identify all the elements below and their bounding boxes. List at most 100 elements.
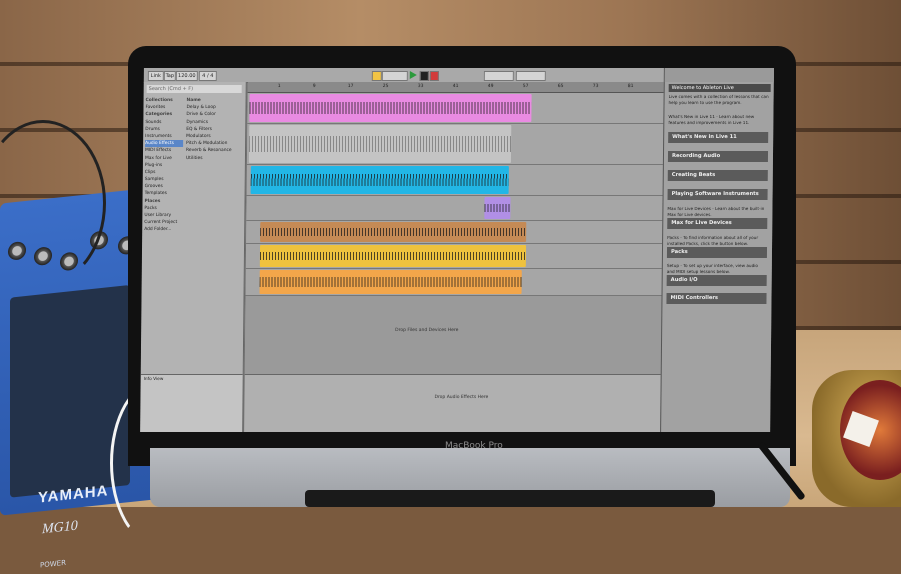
audio-clip[interactable]: [259, 245, 527, 267]
file-list: Name Delay & Loop Drive & Color Dynamics…: [186, 97, 243, 162]
info-view: Info View: [140, 374, 243, 432]
bar-number: 33: [417, 84, 424, 89]
category-item[interactable]: MIDI Effects: [145, 147, 183, 154]
waveform: [249, 102, 532, 114]
help-packs-text: Packs - To find information about all of…: [667, 235, 759, 246]
audio-track[interactable]: [246, 165, 671, 196]
category-item[interactable]: Sounds: [145, 119, 183, 126]
candy-tin: [812, 370, 901, 507]
help-intro: Live comes with a collection of lessons …: [668, 94, 769, 105]
waveform: [250, 174, 509, 186]
folder-item[interactable]: Delay & Loop: [186, 104, 242, 111]
loop-start-field[interactable]: [483, 71, 514, 81]
waveform: [484, 203, 511, 213]
folder-item[interactable]: Modulators: [186, 133, 242, 140]
audio-track[interactable]: [247, 93, 672, 124]
drop-effects-message: Drop Audio Effects Here: [434, 395, 489, 400]
laptop-brand: MacBook Pro: [445, 441, 503, 451]
bar-number: 73: [592, 84, 599, 89]
waveform: [249, 136, 512, 152]
help-button-max-for-live[interactable]: Max for Live Devices: [667, 218, 768, 229]
folder-item[interactable]: Pitch & Modulation: [186, 140, 242, 147]
category-item[interactable]: Clips: [145, 169, 183, 176]
info-text: Info View: [143, 377, 164, 382]
tempo-field[interactable]: 120.00: [175, 71, 198, 81]
help-button-packs[interactable]: Packs: [666, 247, 768, 258]
browser-panel: Search (Cmd + F) Collections Favorites C…: [140, 82, 247, 374]
place-item[interactable]: Packs: [144, 205, 182, 212]
bar-number: 81: [627, 84, 634, 89]
signature-field[interactable]: 4 / 4: [198, 71, 217, 81]
category-item[interactable]: Max for Live: [145, 155, 183, 162]
help-button-whats-new[interactable]: What's New in Live 11: [668, 132, 769, 143]
laptop-screen: Link Tap 120.00 4 / 4 Search (Cmd + F) C…: [140, 68, 774, 432]
categories-header: Categories: [145, 112, 173, 118]
bar-ruler[interactable]: 1 9 17 25 33 41 49 57 65 73 81: [247, 82, 672, 93]
waveform: [259, 251, 526, 261]
help-audio-text: Setup - To set up your interface, view a…: [666, 263, 759, 274]
drop-files-message: Drop Files and Devices Here: [395, 328, 459, 333]
waveform: [259, 277, 522, 287]
audio-track[interactable]: [246, 124, 672, 165]
folder-item[interactable]: Reverb & Resonance: [186, 147, 242, 154]
stop-button[interactable]: [419, 71, 429, 81]
audio-clip[interactable]: [259, 270, 522, 294]
place-item[interactable]: Add Folder...: [144, 226, 182, 233]
folder-item[interactable]: EQ & Filters: [186, 126, 242, 133]
audio-track[interactable]: [246, 196, 671, 221]
folder-item[interactable]: Drive & Color: [186, 111, 242, 118]
help-button-midi-controllers[interactable]: MIDI Controllers: [666, 293, 767, 304]
power-label: POWER: [40, 558, 66, 570]
link-button[interactable]: Link: [147, 71, 164, 81]
places-header: Places: [144, 198, 161, 204]
help-button-software-instruments[interactable]: Playing Software Instruments: [667, 189, 768, 200]
bar-number: 41: [452, 84, 459, 89]
tap-button[interactable]: Tap: [163, 71, 176, 81]
category-item[interactable]: Plug-ins: [145, 162, 183, 169]
category-item[interactable]: Templates: [145, 190, 183, 197]
audio-track[interactable]: [245, 269, 670, 296]
help-title: Welcome to Ableton Live: [668, 84, 771, 92]
category-item[interactable]: Grooves: [145, 183, 183, 190]
audio-clip[interactable]: [249, 94, 532, 122]
folder-item[interactable]: Dynamics: [186, 119, 242, 126]
device-detail-view[interactable]: Drop Audio Effects Here: [244, 374, 665, 432]
record-button[interactable]: [429, 71, 439, 81]
help-button-recording-audio[interactable]: Recording Audio: [667, 151, 769, 162]
help-button-creating-beats[interactable]: Creating Beats: [667, 170, 768, 181]
favorites-item[interactable]: Favorites: [145, 104, 183, 111]
bar-number: 25: [382, 84, 389, 89]
help-header: [664, 68, 774, 82]
name-column-header: Name: [186, 98, 201, 103]
category-item[interactable]: Samples: [145, 176, 183, 183]
metronome-button[interactable]: [371, 71, 382, 81]
arrangement-view: 1 9 17 25 33 41 49 57 65 73 81 Drop File…: [244, 82, 672, 374]
audio-track[interactable]: [245, 244, 671, 269]
help-button-audio-io[interactable]: Audio I/O: [666, 275, 767, 286]
place-item[interactable]: User Library: [144, 212, 182, 219]
bar-number: 17: [347, 84, 354, 89]
browser-search-input[interactable]: Search (Cmd + F): [146, 85, 242, 93]
category-list: Collections Favorites Categories Sounds …: [144, 97, 184, 234]
audio-clip[interactable]: [260, 222, 527, 242]
play-icon[interactable]: [409, 71, 417, 79]
place-item[interactable]: Current Project: [144, 219, 182, 226]
waveform: [260, 228, 527, 236]
audio-clip[interactable]: [248, 125, 512, 163]
category-item-selected[interactable]: Audio Effects: [145, 140, 184, 148]
bar-number: 9: [312, 84, 316, 89]
touch-bar: [305, 490, 715, 507]
loop-length-field[interactable]: [515, 71, 546, 81]
bar-number: 57: [522, 84, 529, 89]
category-item[interactable]: Drums: [145, 126, 183, 133]
empty-track[interactable]: [244, 296, 670, 374]
audio-clip[interactable]: [484, 197, 511, 219]
mixer-model: MG10: [42, 518, 78, 538]
audio-track[interactable]: [246, 221, 671, 244]
audio-clip[interactable]: [250, 166, 509, 194]
position-field[interactable]: [381, 71, 408, 81]
category-item[interactable]: Instruments: [145, 133, 183, 140]
help-m4l-text: Max for Live Devices - Learn about the b…: [667, 206, 765, 217]
bar-number: 49: [487, 84, 494, 89]
folder-item[interactable]: Utilities: [186, 155, 242, 162]
